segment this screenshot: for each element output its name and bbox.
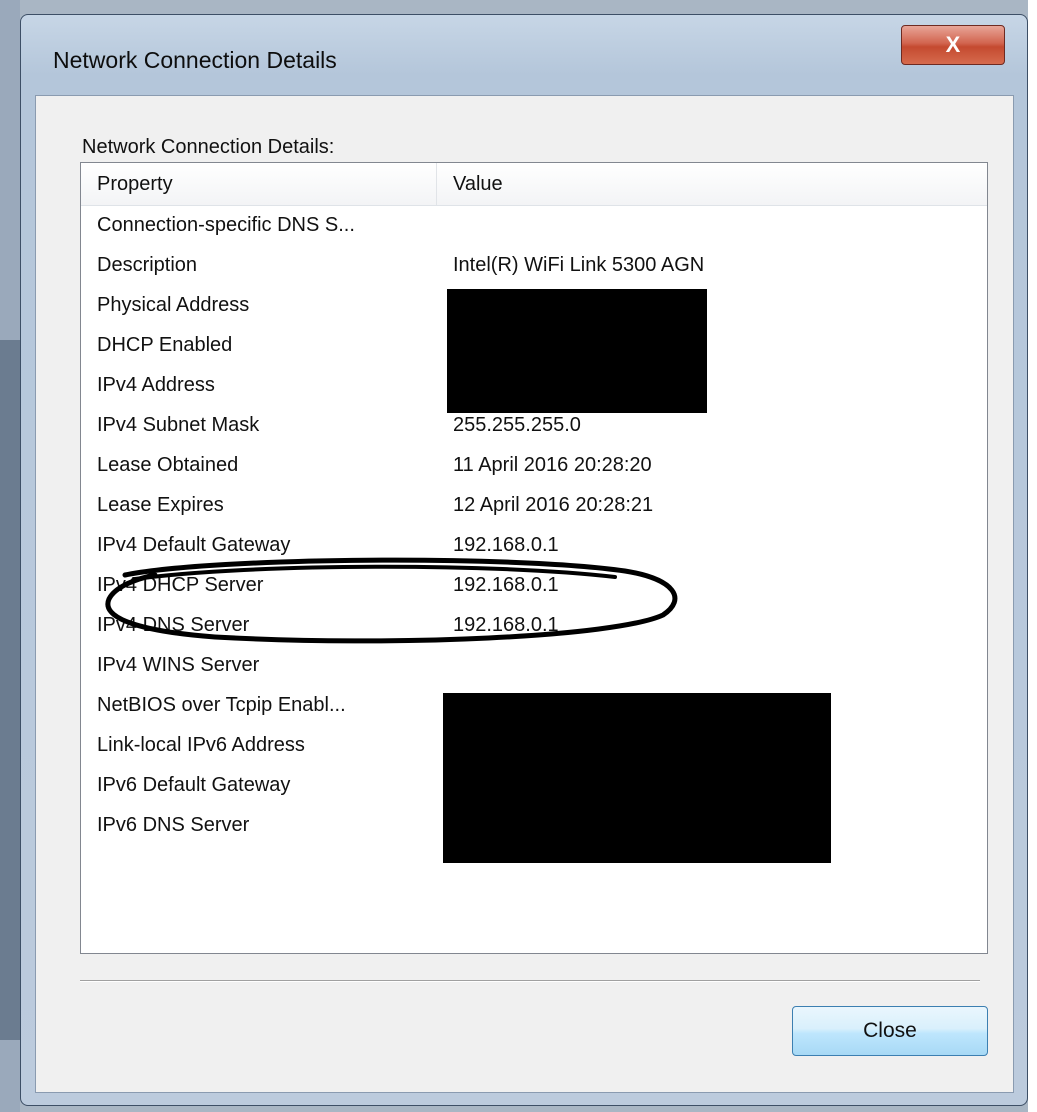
property-cell: Link-local IPv6 Address (97, 734, 305, 756)
property-cell: IPv4 Address (97, 374, 215, 396)
redaction-block-lower (443, 693, 831, 863)
value-cell: 11 April 2016 20:28:20 (453, 454, 652, 476)
table-row[interactable]: IPv4 DHCP Server 192.168.0.1 (81, 569, 987, 609)
property-cell: Connection-specific DNS S... (97, 214, 355, 236)
title-close-button[interactable]: X (901, 25, 1005, 65)
property-cell: IPv4 DHCP Server (97, 574, 264, 596)
value-cell: 12 April 2016 20:28:21 (453, 494, 654, 516)
table-row[interactable]: Connection-specific DNS S... (81, 209, 987, 249)
property-cell: IPv4 Default Gateway (97, 534, 291, 556)
property-cell: IPv6 DNS Server (97, 814, 250, 836)
property-cell: IPv4 Subnet Mask (97, 414, 260, 436)
dialog-separator (80, 980, 980, 982)
property-cell: DHCP Enabled (97, 334, 233, 356)
property-cell: Physical Address (97, 294, 250, 316)
table-row[interactable]: Description Intel(R) WiFi Link 5300 AGN (81, 249, 987, 289)
details-listview[interactable]: Property Value Connection-specific DNS S… (80, 162, 988, 954)
property-cell: IPv4 DNS Server (97, 614, 250, 636)
value-cell: 192.168.0.1 (453, 534, 559, 556)
table-row[interactable]: IPv4 WINS Server (81, 649, 987, 689)
redaction-block-upper (447, 289, 707, 413)
close-icon: X (945, 32, 961, 57)
background-window-edge (1028, 0, 1037, 1112)
table-row[interactable]: IPv4 Default Gateway 192.168.0.1 (81, 529, 987, 569)
property-cell: Description (97, 254, 198, 276)
network-connection-details-dialog: Network Connection Details X Network Con… (20, 14, 1028, 1106)
window-title: Network Connection Details (53, 47, 337, 73)
table-row[interactable]: IPv4 DNS Server 192.168.0.1 (81, 609, 987, 649)
property-cell: NetBIOS over Tcpip Enabl... (97, 694, 346, 716)
title-bar[interactable]: Network Connection Details X (21, 15, 1027, 95)
listview-header: Property Value (81, 163, 987, 206)
dialog-client-area: Network Connection Details: Property Val… (35, 95, 1014, 1093)
table-row[interactable]: IPv4 Subnet Mask 255.255.255.0 (81, 409, 987, 449)
value-cell: Intel(R) WiFi Link 5300 AGN (453, 254, 705, 276)
table-row[interactable]: Lease Expires 12 April 2016 20:28:21 (81, 489, 987, 529)
close-button[interactable]: Close (792, 1006, 988, 1056)
details-group-label: Network Connection Details: (82, 136, 335, 158)
value-cell: 192.168.0.1 (453, 574, 559, 596)
value-cell: 255.255.255.0 (453, 414, 581, 436)
background-window-strip (0, 340, 20, 1040)
column-header-property[interactable]: Property (81, 163, 437, 205)
property-cell: IPv6 Default Gateway (97, 774, 291, 796)
value-cell: 192.168.0.1 (453, 614, 559, 636)
property-cell: Lease Expires (97, 494, 224, 516)
table-row[interactable]: Lease Obtained 11 April 2016 20:28:20 (81, 449, 987, 489)
property-cell: IPv4 WINS Server (97, 654, 260, 676)
property-cell: Lease Obtained (97, 454, 239, 476)
column-header-value[interactable]: Value (437, 163, 987, 205)
